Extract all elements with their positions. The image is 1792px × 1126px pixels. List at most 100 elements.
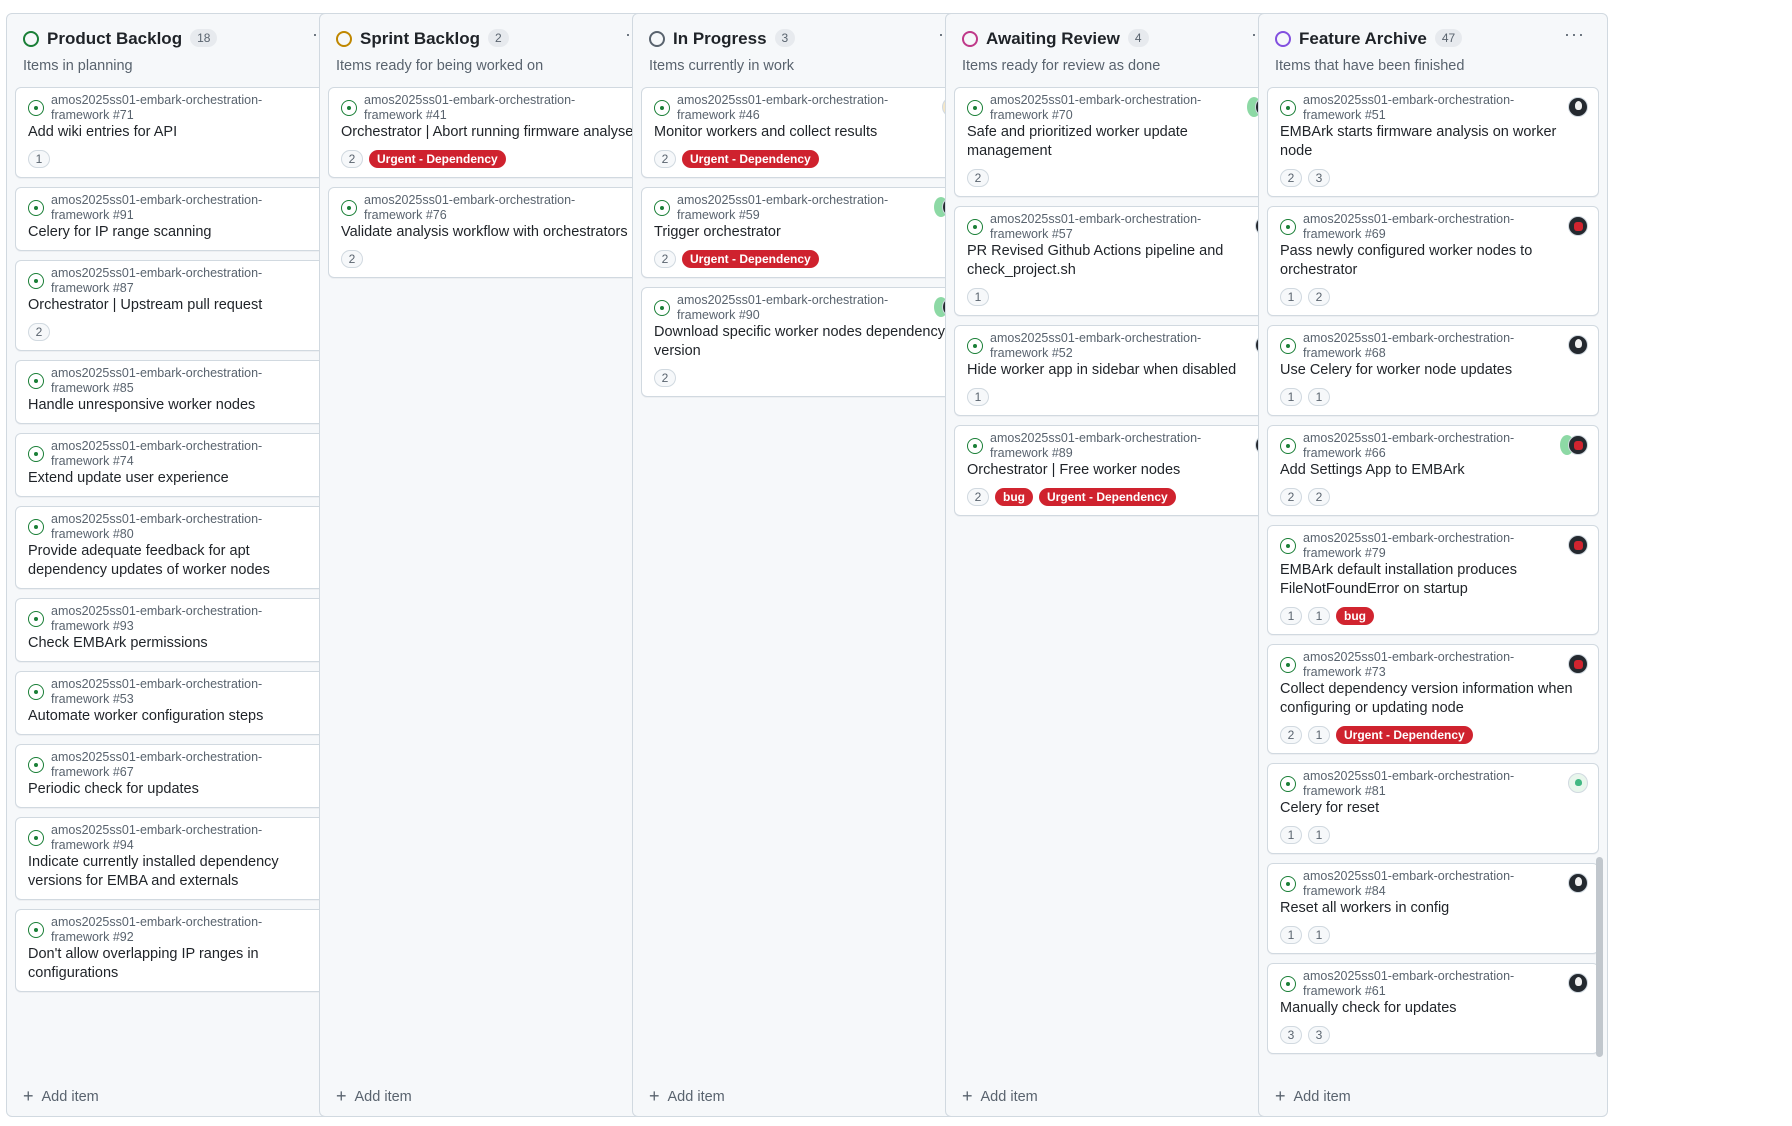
issue-reference-text[interactable]: amos2025ss01-embark-orchestration-framew… xyxy=(1303,769,1533,799)
issue-title[interactable]: Orchestrator | Abort running firmware an… xyxy=(341,123,647,142)
issue-reference-text[interactable]: amos2025ss01-embark-orchestration-framew… xyxy=(1303,969,1533,999)
issue-card[interactable]: amos2025ss01-embark-orchestration-framew… xyxy=(1267,425,1599,516)
label-urgent-dependency[interactable]: Urgent - Dependency xyxy=(1336,726,1473,744)
issue-card[interactable]: amos2025ss01-embark-orchestration-framew… xyxy=(1267,525,1599,635)
issue-reference-text[interactable]: amos2025ss01-embark-orchestration-framew… xyxy=(51,750,281,780)
assignee-avatar[interactable] xyxy=(1568,973,1588,993)
issue-reference-text[interactable]: amos2025ss01-embark-orchestration-framew… xyxy=(51,266,281,296)
issue-reference-text[interactable]: amos2025ss01-embark-orchestration-framew… xyxy=(364,193,594,223)
issue-reference-text[interactable]: amos2025ss01-embark-orchestration-framew… xyxy=(51,366,281,396)
issue-reference-text[interactable]: amos2025ss01-embark-orchestration-framew… xyxy=(1303,650,1533,680)
assignee-avatar[interactable] xyxy=(1568,435,1588,455)
assignee-avatar[interactable] xyxy=(1568,535,1588,555)
issue-reference-text[interactable]: amos2025ss01-embark-orchestration-framew… xyxy=(51,93,281,123)
issue-reference-text[interactable]: amos2025ss01-embark-orchestration-framew… xyxy=(1303,869,1533,899)
issue-title[interactable]: Celery for reset xyxy=(1280,799,1586,818)
issue-card[interactable]: amos2025ss01-embark-orchestration-framew… xyxy=(1267,644,1599,754)
issue-card[interactable]: amos2025ss01-embark-orchestration-framew… xyxy=(1267,963,1599,1054)
label-bug[interactable]: bug xyxy=(995,488,1033,506)
issue-card[interactable]: amos2025ss01-embark-orchestration-framew… xyxy=(954,325,1286,416)
issue-card[interactable]: amos2025ss01-embark-orchestration-framew… xyxy=(1267,206,1599,316)
issue-title[interactable]: Extend update user experience xyxy=(28,469,320,488)
add-item-button[interactable]: + Add item xyxy=(962,1087,1038,1106)
issue-card[interactable]: amos2025ss01-embark-orchestration-framew… xyxy=(954,87,1286,197)
issue-title[interactable]: Don't allow overlapping IP ranges in con… xyxy=(28,945,320,983)
issue-card[interactable]: amos2025ss01-embark-orchestration-framew… xyxy=(641,287,973,397)
issue-title[interactable]: PR Revised Github Actions pipeline and c… xyxy=(967,242,1273,280)
label-urgent-dependency[interactable]: Urgent - Dependency xyxy=(682,250,819,268)
issue-title[interactable]: EMBArk default installation produces Fil… xyxy=(1280,561,1586,599)
add-item-button[interactable]: + Add item xyxy=(23,1087,99,1106)
issue-title[interactable]: Add Settings App to EMBArk xyxy=(1280,461,1586,480)
issue-reference-text[interactable]: amos2025ss01-embark-orchestration-framew… xyxy=(990,212,1220,242)
issue-card[interactable]: amos2025ss01-embark-orchestration-framew… xyxy=(954,206,1286,316)
issue-reference-text[interactable]: amos2025ss01-embark-orchestration-framew… xyxy=(990,331,1220,361)
issue-title[interactable]: Collect dependency version information w… xyxy=(1280,680,1586,718)
issue-reference-text[interactable]: amos2025ss01-embark-orchestration-framew… xyxy=(51,512,281,542)
column-scrollbar[interactable] xyxy=(1596,857,1603,1057)
assignee-avatar[interactable] xyxy=(1568,335,1588,355)
issue-title[interactable]: Reset all workers in config xyxy=(1280,899,1586,918)
issue-title[interactable]: Handle unresponsive worker nodes xyxy=(28,396,320,415)
label-urgent-dependency[interactable]: Urgent - Dependency xyxy=(682,150,819,168)
issue-card[interactable]: amos2025ss01-embark-orchestration-framew… xyxy=(641,87,973,178)
issue-card[interactable]: amos2025ss01-embark-orchestration-framew… xyxy=(15,909,333,992)
issue-title[interactable]: Check EMBArk permissions xyxy=(28,634,320,653)
issue-card[interactable]: amos2025ss01-embark-orchestration-framew… xyxy=(954,425,1286,516)
assignee-avatar[interactable] xyxy=(1568,654,1588,674)
issue-reference-text[interactable]: amos2025ss01-embark-orchestration-framew… xyxy=(1303,93,1533,123)
issue-reference-text[interactable]: amos2025ss01-embark-orchestration-framew… xyxy=(1303,331,1533,361)
column-menu-icon[interactable]: ··· xyxy=(1564,25,1585,43)
issue-reference-text[interactable]: amos2025ss01-embark-orchestration-framew… xyxy=(1303,212,1533,242)
issue-card[interactable]: amos2025ss01-embark-orchestration-framew… xyxy=(1267,763,1599,854)
issue-reference-text[interactable]: amos2025ss01-embark-orchestration-framew… xyxy=(1303,431,1533,461)
issue-reference-text[interactable]: amos2025ss01-embark-orchestration-framew… xyxy=(677,293,907,323)
issue-reference-text[interactable]: amos2025ss01-embark-orchestration-framew… xyxy=(51,193,281,223)
issue-title[interactable]: Pass newly configured worker nodes to or… xyxy=(1280,242,1586,280)
issue-reference-text[interactable]: amos2025ss01-embark-orchestration-framew… xyxy=(364,93,594,123)
issue-reference-text[interactable]: amos2025ss01-embark-orchestration-framew… xyxy=(51,823,281,853)
issue-card[interactable]: amos2025ss01-embark-orchestration-framew… xyxy=(15,817,333,900)
issue-title[interactable]: Validate analysis workflow with orchestr… xyxy=(341,223,647,242)
issue-reference-text[interactable]: amos2025ss01-embark-orchestration-framew… xyxy=(51,604,281,634)
add-item-button[interactable]: + Add item xyxy=(336,1087,412,1106)
issue-title[interactable]: Orchestrator | Free worker nodes xyxy=(967,461,1273,480)
issue-card[interactable]: amos2025ss01-embark-orchestration-framew… xyxy=(1267,325,1599,416)
issue-reference-text[interactable]: amos2025ss01-embark-orchestration-framew… xyxy=(1303,531,1533,561)
label-urgent-dependency[interactable]: Urgent - Dependency xyxy=(369,150,506,168)
issue-card[interactable]: amos2025ss01-embark-orchestration-framew… xyxy=(15,260,333,351)
issue-title[interactable]: Hide worker app in sidebar when disabled xyxy=(967,361,1273,380)
issue-reference-text[interactable]: amos2025ss01-embark-orchestration-framew… xyxy=(51,677,281,707)
issue-card[interactable]: amos2025ss01-embark-orchestration-framew… xyxy=(641,187,973,278)
issue-title[interactable]: Use Celery for worker node updates xyxy=(1280,361,1586,380)
label-urgent-dependency[interactable]: Urgent - Dependency xyxy=(1039,488,1176,506)
issue-title[interactable]: Monitor workers and collect results xyxy=(654,123,960,142)
issue-card[interactable]: amos2025ss01-embark-orchestration-framew… xyxy=(1267,87,1599,197)
issue-card[interactable]: amos2025ss01-embark-orchestration-framew… xyxy=(15,506,333,589)
issue-card[interactable]: amos2025ss01-embark-orchestration-framew… xyxy=(15,187,333,251)
issue-card[interactable]: amos2025ss01-embark-orchestration-framew… xyxy=(15,433,333,497)
issue-card[interactable]: amos2025ss01-embark-orchestration-framew… xyxy=(15,671,333,735)
assignee-avatar[interactable] xyxy=(1568,873,1588,893)
issue-card[interactable]: amos2025ss01-embark-orchestration-framew… xyxy=(328,187,660,278)
label-bug[interactable]: bug xyxy=(1336,607,1374,625)
assignee-avatar[interactable] xyxy=(1568,216,1588,236)
issue-title[interactable]: Trigger orchestrator xyxy=(654,223,960,242)
issue-title[interactable]: Add wiki entries for API xyxy=(28,123,320,142)
issue-title[interactable]: Manually check for updates xyxy=(1280,999,1586,1018)
issue-title[interactable]: Celery for IP range scanning xyxy=(28,223,320,242)
issue-title[interactable]: Indicate currently installed dependency … xyxy=(28,853,320,891)
add-item-button[interactable]: + Add item xyxy=(649,1087,725,1106)
issue-reference-text[interactable]: amos2025ss01-embark-orchestration-framew… xyxy=(990,431,1220,461)
issue-card[interactable]: amos2025ss01-embark-orchestration-framew… xyxy=(15,598,333,662)
issue-title[interactable]: Periodic check for updates xyxy=(28,780,320,799)
add-item-button[interactable]: + Add item xyxy=(1275,1087,1351,1106)
issue-reference-text[interactable]: amos2025ss01-embark-orchestration-framew… xyxy=(677,193,907,223)
issue-card[interactable]: amos2025ss01-embark-orchestration-framew… xyxy=(1267,863,1599,954)
issue-card[interactable]: amos2025ss01-embark-orchestration-framew… xyxy=(15,360,333,424)
issue-card[interactable]: amos2025ss01-embark-orchestration-framew… xyxy=(328,87,660,178)
assignee-avatar[interactable] xyxy=(1568,773,1588,793)
issue-title[interactable]: Orchestrator | Upstream pull request xyxy=(28,296,320,315)
issue-card[interactable]: amos2025ss01-embark-orchestration-framew… xyxy=(15,744,333,808)
issue-title[interactable]: EMBArk starts firmware analysis on worke… xyxy=(1280,123,1586,161)
